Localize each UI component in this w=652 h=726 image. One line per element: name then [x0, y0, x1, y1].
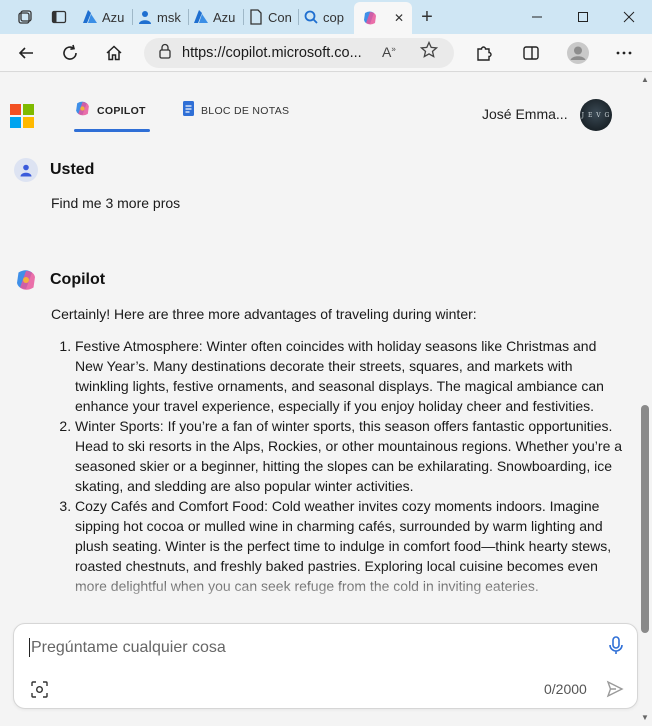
character-counter: 0/2000: [544, 681, 587, 697]
close-window-button[interactable]: [606, 0, 652, 34]
read-aloud-icon[interactable]: A»: [382, 44, 396, 60]
browser-toolbar: https://copilot.microsoft.co... A»: [0, 34, 652, 72]
tab-label: Con: [268, 9, 292, 25]
user-message-text: Find me 3 more pros: [51, 195, 181, 211]
tab-document[interactable]: Con: [244, 0, 299, 34]
copilot-message-header: Copilot: [14, 268, 105, 292]
user-message-header: Usted: [14, 158, 94, 182]
workspaces-icon: [18, 10, 32, 24]
profile-button[interactable]: [560, 37, 596, 69]
tab-azure-1[interactable]: Azu: [78, 0, 133, 34]
home-icon: [106, 44, 122, 60]
microsoft-logo[interactable]: [10, 104, 34, 128]
tab-notebook-label: BLOC DE NOTAS: [201, 105, 290, 117]
tab-label: cop: [323, 9, 344, 25]
copilot-label: Copilot: [50, 271, 106, 288]
avatar-text: J E V G: [581, 111, 611, 119]
split-screen-icon: [523, 45, 539, 60]
tab-copilot[interactable]: COPILOT: [74, 100, 150, 132]
more-dots-icon: [616, 51, 632, 54]
text-caret: [29, 638, 30, 657]
copilot-logo-icon: [76, 101, 89, 116]
list-item: Festive Atmosphere: Winter often coincid…: [75, 336, 626, 416]
scroll-fade: [0, 568, 638, 604]
microphone-icon[interactable]: [608, 636, 624, 661]
visual-search-icon[interactable]: [31, 681, 48, 703]
url-text[interactable]: https://copilot.microsoft.co...: [182, 45, 362, 61]
home-button[interactable]: [96, 37, 132, 69]
copilot-answer: Certainly! Here are three more advantage…: [51, 304, 626, 596]
minimize-icon: [532, 16, 542, 18]
lock-icon: [158, 43, 172, 63]
maximize-icon: [578, 12, 588, 22]
new-tab-button[interactable]: +: [412, 0, 442, 34]
tab-actions-icon: [51, 10, 67, 24]
document-icon: [248, 9, 264, 25]
plus-icon: +: [421, 5, 433, 28]
user-icon: [14, 158, 38, 182]
profile-avatar-icon: [567, 41, 589, 64]
address-bar[interactable]: https://copilot.microsoft.co... A»: [144, 38, 454, 68]
tab-azure-2[interactable]: Azu: [189, 0, 244, 34]
user-name[interactable]: José Emma...: [482, 106, 568, 122]
copilot-icon: [362, 10, 378, 26]
maximize-button[interactable]: [560, 0, 606, 34]
tab-notebook[interactable]: BLOC DE NOTAS: [182, 100, 289, 132]
favorite-star-icon[interactable]: [419, 40, 439, 63]
chat-composer[interactable]: Pregúntame cualquier cosa 0/2000: [13, 623, 638, 709]
split-screen-button[interactable]: [513, 37, 549, 69]
extensions-button[interactable]: [466, 37, 502, 69]
close-icon: [623, 11, 635, 23]
tab-label: Azu: [213, 9, 236, 25]
back-arrow-icon: [18, 46, 33, 59]
tab-actions-button[interactable]: [44, 0, 74, 34]
tab-person[interactable]: msk: [133, 0, 189, 34]
search-icon: [303, 9, 319, 25]
azure-icon: [193, 9, 209, 25]
puzzle-icon: [477, 45, 492, 61]
scroll-down-arrow[interactable]: ▼: [640, 713, 650, 723]
pros-list: Festive Atmosphere: Winter often coincid…: [51, 336, 626, 596]
azure-icon: [82, 9, 98, 25]
tab-label: Azu: [102, 9, 125, 25]
tab-copilot-active[interactable]: ✕: [354, 2, 412, 34]
close-icon[interactable]: ✕: [394, 11, 404, 25]
chat-input-placeholder: Pregúntame cualquier cosa: [31, 638, 226, 656]
minimize-button[interactable]: [514, 0, 560, 34]
refresh-icon: [63, 44, 77, 60]
send-icon[interactable]: [606, 680, 624, 703]
list-item: Winter Sports: If you’re a fan of winter…: [75, 416, 626, 496]
more-menu-button[interactable]: [606, 37, 642, 69]
refresh-button[interactable]: [52, 37, 88, 69]
avatar[interactable]: J E V G: [580, 99, 612, 131]
user-label: Usted: [50, 161, 95, 178]
workspaces-button[interactable]: [10, 0, 40, 34]
scroll-up-arrow[interactable]: ▲: [640, 75, 650, 85]
notebook-icon: [183, 101, 194, 116]
scrollbar-thumb[interactable]: [641, 405, 649, 633]
tab-strip: Azu msk Azu Con cop ✕ +: [0, 0, 652, 34]
tab-search[interactable]: cop: [299, 0, 354, 34]
chat-input[interactable]: Pregúntame cualquier cosa: [29, 638, 226, 657]
tab-label: msk: [157, 9, 181, 25]
answer-intro: Certainly! Here are three more advantage…: [51, 306, 477, 322]
person-icon: [137, 9, 153, 25]
tab-copilot-label: COPILOT: [97, 105, 146, 117]
copilot-logo-icon: [17, 270, 35, 290]
back-button[interactable]: [8, 37, 44, 69]
